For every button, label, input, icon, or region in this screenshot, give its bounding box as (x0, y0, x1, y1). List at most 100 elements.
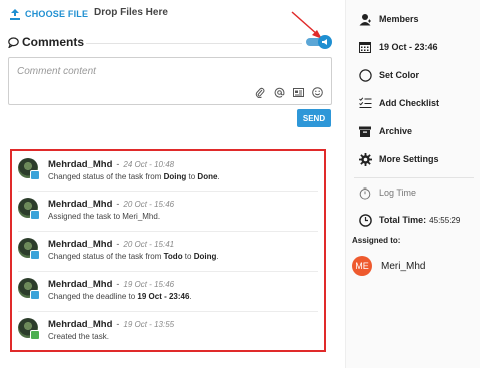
activity-time: 24 Oct - 10:48 (123, 160, 175, 169)
gear-icon (358, 152, 372, 166)
archive-button[interactable]: Archive (358, 122, 412, 140)
drop-files-zone[interactable]: Drop Files Here (94, 7, 168, 18)
activity-list: Mehrdad_Mhd -24 Oct - 10:48 Changed statu… (10, 149, 326, 352)
calendar-icon (358, 40, 372, 54)
activity-separator: - (116, 199, 120, 209)
divider (86, 43, 302, 44)
clock-icon (358, 213, 372, 227)
activity-header: Mehrdad_Mhd -24 Oct - 10:48 (48, 159, 174, 170)
activity-header: Mehrdad_Mhd -20 Oct - 15:46 (48, 199, 174, 210)
comment-tools (254, 86, 323, 98)
activity-text-part: Changed the deadline to (48, 292, 138, 301)
activity-time: 19 Oct - 15:46 (123, 280, 175, 289)
activity-text-part: to (186, 172, 198, 181)
activity-text-part: . (217, 172, 220, 181)
status-badge (30, 170, 40, 180)
activity-separator: - (116, 319, 120, 329)
assignee-name: Meri_Mhd (381, 260, 426, 272)
activity-text: Created the task. (48, 332, 109, 341)
stopwatch-icon (358, 186, 372, 200)
user-icon (358, 12, 372, 26)
activity-header: Mehrdad_Mhd -19 Oct - 15:46 (48, 279, 174, 290)
activity-item: Mehrdad_Mhd -19 Oct - 15:46 Changed the d… (12, 271, 324, 311)
upload-icon (10, 8, 20, 20)
add-checklist-label: Add Checklist (379, 98, 440, 108)
choose-file-label: CHOOSE FILE (25, 9, 89, 19)
comments-title-label: Comments (22, 35, 85, 49)
divider (354, 177, 474, 178)
activity-text-bold: Doing (163, 172, 187, 181)
log-time-button[interactable]: Log Time (358, 184, 416, 202)
choose-file-button[interactable]: CHOOSE FILE (10, 8, 89, 20)
activity-text-part: Changed status of the task from (48, 172, 164, 181)
total-time-label: Total Time: (379, 215, 427, 225)
activity-item: Mehrdad_Mhd -20 Oct - 15:46 Assigned the … (12, 191, 324, 231)
activity-text-bold: 19 Oct - 23:46 (137, 292, 190, 301)
more-settings-button[interactable]: More Settings (358, 150, 439, 168)
activity-user[interactable]: Mehrdad_Mhd (48, 159, 112, 170)
activity-text: Changed the deadline to 19 Oct - 23:46. (48, 292, 192, 301)
more-settings-label: More Settings (379, 154, 439, 164)
send-button[interactable]: SEND (297, 109, 331, 127)
set-color-button[interactable]: Set Color (358, 66, 419, 84)
activity-time: 20 Oct - 15:41 (123, 240, 175, 249)
activity-text-part: . (189, 292, 192, 301)
activity-text-part: Created the task. (48, 332, 109, 341)
activity-text-part: . (216, 252, 219, 261)
comments-header: Comments (8, 35, 332, 51)
add-checklist-button[interactable]: Add Checklist (358, 94, 439, 112)
megaphone-icon (318, 35, 332, 49)
activity-text-part: Changed status of the task from (48, 252, 164, 261)
activity-header: Mehrdad_Mhd -20 Oct - 15:41 (48, 239, 174, 250)
activity-separator: - (116, 279, 120, 289)
comment-input[interactable]: Comment content (8, 57, 332, 105)
activity-item: Mehrdad_Mhd -20 Oct - 15:41 Changed statu… (12, 231, 324, 271)
assignee[interactable]: ME Meri_Mhd (352, 256, 425, 276)
deadline-button[interactable]: 19 Oct - 23:46 (358, 38, 438, 56)
activity-user[interactable]: Mehrdad_Mhd (48, 239, 112, 250)
activity-user[interactable]: Mehrdad_Mhd (48, 319, 112, 330)
at-icon[interactable] (273, 86, 285, 98)
deadline-label: 19 Oct - 23:46 (379, 42, 438, 52)
activity-time: 20 Oct - 15:46 (123, 200, 175, 209)
activity-text-part: to (182, 252, 194, 261)
avatar: ME (352, 256, 372, 276)
activity-text-bold: Doing (193, 252, 217, 261)
status-badge (30, 210, 40, 220)
members-button[interactable]: Members (358, 10, 419, 28)
activity-text: Changed status of the task from Doing to… (48, 172, 220, 181)
activity-user[interactable]: Mehrdad_Mhd (48, 279, 112, 290)
notify-toggle[interactable] (306, 35, 332, 49)
upload-row: CHOOSE FILE (10, 6, 88, 22)
activity-separator: - (116, 239, 120, 249)
activity-item: Mehrdad_Mhd -24 Oct - 10:48 Changed statu… (12, 151, 324, 191)
status-badge (30, 330, 40, 340)
paperclip-icon[interactable] (254, 86, 266, 98)
log-time-label: Log Time (379, 188, 417, 198)
activity-text: Changed status of the task from Todo to … (48, 252, 219, 261)
status-badge (30, 290, 40, 300)
card-icon[interactable] (292, 86, 304, 98)
smile-icon[interactable] (311, 86, 323, 98)
activity-text-part: Assigned the task to Meri_Mhd. (48, 212, 161, 221)
set-color-label: Set Color (379, 70, 420, 80)
archive-icon (358, 124, 372, 138)
checklist-icon (358, 96, 372, 110)
assigned-to-label: Assigned to: (352, 236, 401, 245)
status-badge (30, 250, 40, 260)
task-sidebar: Members 19 Oct - 23:46 Set Color Add Che… (345, 0, 480, 368)
archive-label: Archive (379, 126, 413, 136)
comment-placeholder: Comment content (17, 66, 96, 77)
activity-text-bold: Done (197, 172, 218, 181)
activity-text-bold: Todo (163, 252, 183, 261)
activity-separator: - (116, 159, 120, 169)
comments-title: Comments (8, 35, 84, 49)
members-label: Members (379, 14, 419, 24)
speech-bubble-icon (8, 36, 19, 48)
activity-user[interactable]: Mehrdad_Mhd (48, 199, 112, 210)
total-time: Total Time: 45:55:29 (358, 211, 460, 229)
activity-time: 19 Oct - 13:55 (123, 320, 175, 329)
circle-icon (358, 68, 372, 82)
activity-header: Mehrdad_Mhd -19 Oct - 13:55 (48, 319, 174, 330)
activity-text: Assigned the task to Meri_Mhd. (48, 212, 160, 221)
